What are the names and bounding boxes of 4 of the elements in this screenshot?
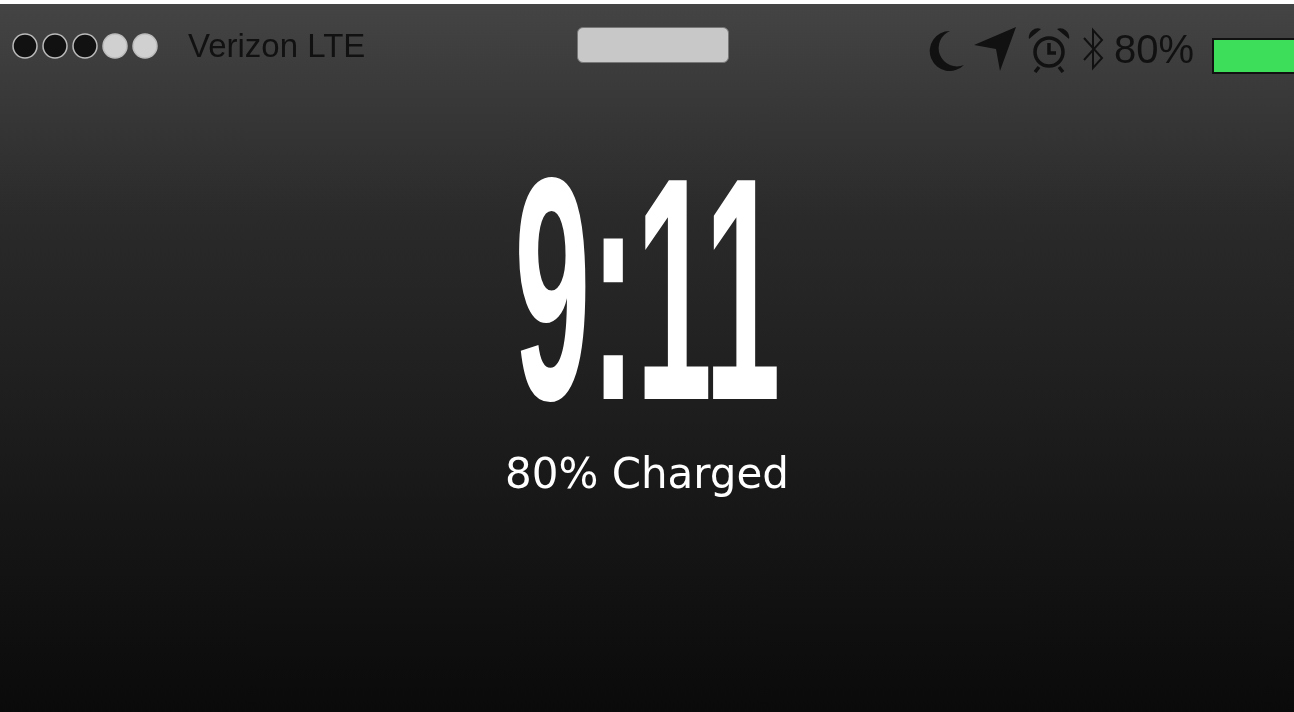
clock-time: 9:11: [513, 164, 781, 414]
signal-icon: [12, 33, 158, 59]
charge-status: 80% Charged: [504, 449, 790, 498]
battery-icon: [1212, 38, 1294, 74]
